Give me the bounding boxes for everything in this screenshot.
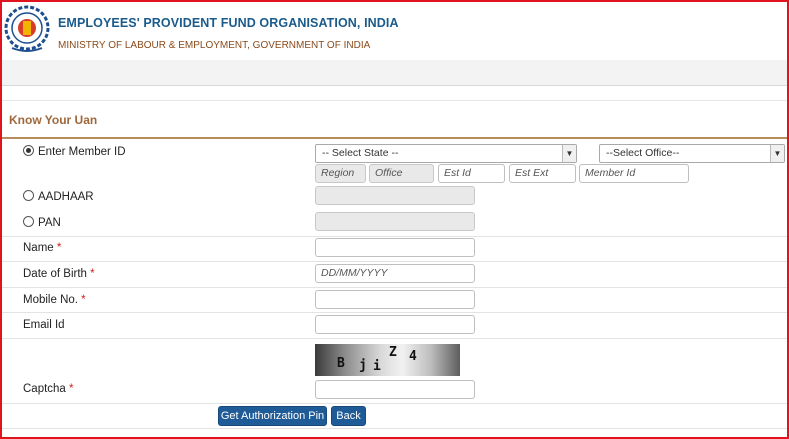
epfo-logo bbox=[4, 5, 50, 52]
office-select-value: --Select Office-- bbox=[606, 147, 680, 159]
region-field: Region bbox=[315, 164, 366, 183]
office-select[interactable]: --Select Office-- ▼ bbox=[599, 144, 785, 163]
aadhaar-label: AADHAAR bbox=[38, 191, 94, 203]
section-divider bbox=[2, 137, 787, 139]
captcha-char: i bbox=[373, 359, 381, 374]
row-divider bbox=[2, 287, 787, 288]
state-select-value: -- Select State -- bbox=[322, 147, 399, 159]
required-mark: * bbox=[69, 383, 74, 395]
captcha-char: 4 bbox=[409, 349, 417, 364]
pan-option[interactable]: PAN bbox=[23, 216, 61, 229]
aadhaar-option[interactable]: AADHAAR bbox=[23, 190, 94, 203]
row-divider bbox=[2, 261, 787, 262]
required-mark: * bbox=[81, 294, 86, 306]
site-header: EMPLOYEES' PROVIDENT FUND ORGANISATION, … bbox=[2, 2, 787, 60]
member-id-radio[interactable] bbox=[23, 145, 34, 156]
pan-radio[interactable] bbox=[23, 216, 34, 227]
captcha-label: Captcha * bbox=[23, 383, 74, 395]
nav-bar bbox=[2, 60, 787, 86]
name-field[interactable] bbox=[315, 238, 475, 257]
member-id-field[interactable]: Member Id bbox=[579, 164, 689, 183]
aadhaar-radio[interactable] bbox=[23, 190, 34, 201]
row-divider bbox=[2, 312, 787, 313]
captcha-input[interactable] bbox=[315, 380, 475, 399]
est-id-field[interactable]: Est Id bbox=[438, 164, 505, 183]
aadhaar-field bbox=[315, 186, 475, 205]
chevron-down-icon: ▼ bbox=[770, 145, 784, 162]
required-mark: * bbox=[56, 242, 62, 254]
row-divider bbox=[2, 403, 787, 404]
page-title: Know Your Uan bbox=[9, 113, 98, 127]
dob-field[interactable]: DD/MM/YYYY bbox=[315, 264, 475, 283]
back-button[interactable]: Back bbox=[331, 406, 366, 426]
mobile-field[interactable] bbox=[315, 290, 475, 309]
row-divider bbox=[2, 428, 787, 429]
mobile-label: Mobile No. * bbox=[23, 294, 86, 306]
pan-field bbox=[315, 212, 475, 231]
required-mark: * bbox=[90, 268, 95, 280]
member-id-label: Enter Member ID bbox=[38, 146, 126, 158]
chevron-down-icon: ▼ bbox=[562, 145, 576, 162]
captcha-image: B j i Z 4 bbox=[315, 344, 460, 376]
name-label: Name * bbox=[23, 242, 62, 254]
email-label: Email Id bbox=[23, 319, 65, 331]
org-name: EMPLOYEES' PROVIDENT FUND ORGANISATION, … bbox=[58, 16, 399, 30]
dob-label: Date of Birth * bbox=[23, 268, 95, 280]
captcha-char: B bbox=[337, 356, 345, 371]
row-divider bbox=[2, 236, 787, 237]
captcha-char: Z bbox=[389, 345, 397, 360]
row-divider bbox=[2, 338, 787, 339]
state-select[interactable]: -- Select State -- ▼ bbox=[315, 144, 577, 163]
pan-label: PAN bbox=[38, 217, 61, 229]
captcha-char: j bbox=[359, 358, 367, 373]
ministry-name: MINISTRY OF LABOUR & EMPLOYMENT, GOVERNM… bbox=[58, 40, 371, 51]
est-ext-field[interactable]: Est Ext bbox=[509, 164, 576, 183]
divider bbox=[2, 100, 787, 101]
email-field[interactable] bbox=[315, 315, 475, 334]
get-authorization-pin-button[interactable]: Get Authorization Pin bbox=[218, 406, 327, 426]
member-id-option[interactable]: Enter Member ID bbox=[23, 145, 126, 158]
office-field: Office bbox=[369, 164, 434, 183]
